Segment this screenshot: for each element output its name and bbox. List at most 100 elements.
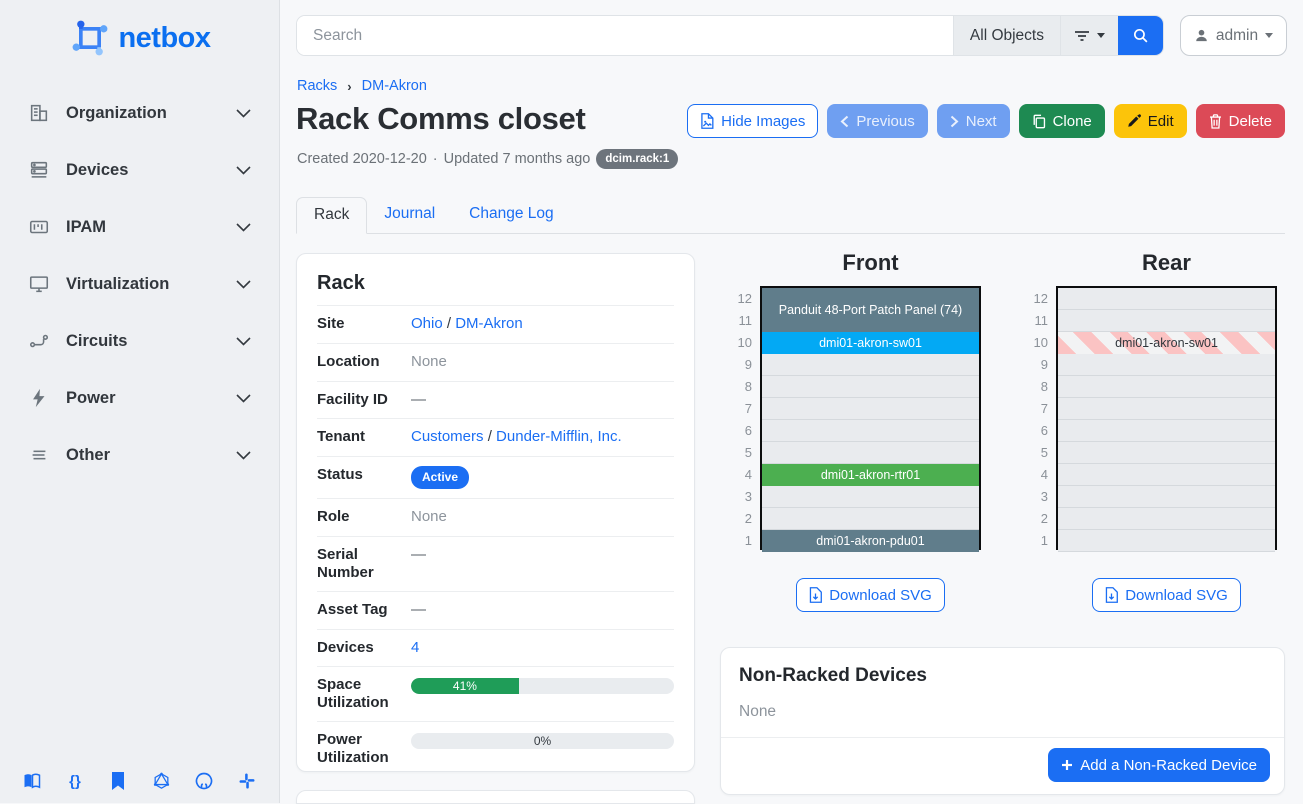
unit-number-label: 8 bbox=[1022, 376, 1048, 398]
delete-button[interactable]: Delete bbox=[1196, 104, 1285, 138]
sidebar: netbox Organization Devices bbox=[0, 0, 280, 803]
search-input[interactable] bbox=[297, 16, 953, 55]
empty-rack-unit[interactable] bbox=[1058, 398, 1275, 420]
action-buttons: Hide Images Previous Next Clone Edit Del… bbox=[687, 104, 1285, 138]
sidebar-item-other[interactable]: Other bbox=[0, 438, 279, 472]
tab-journal[interactable]: Journal bbox=[367, 197, 452, 233]
empty-rack-unit[interactable] bbox=[1058, 530, 1275, 552]
graphql-icon[interactable] bbox=[151, 771, 171, 791]
detail-row-devices: Devices 4 bbox=[317, 629, 674, 667]
sidebar-item-label: Devices bbox=[66, 161, 236, 180]
add-non-racked-device-button[interactable]: Add a Non-Racked Device bbox=[1048, 748, 1270, 782]
counter-icon bbox=[28, 216, 50, 238]
sidebar-item-label: Virtualization bbox=[66, 275, 236, 294]
site-region-link[interactable]: Ohio bbox=[411, 315, 443, 332]
empty-rack-unit[interactable] bbox=[762, 376, 979, 398]
sidebar-item-circuits[interactable]: Circuits bbox=[0, 324, 279, 358]
empty-rack-unit[interactable] bbox=[1058, 354, 1275, 376]
non-racked-devices-panel: Non-Racked Devices None Add a Non-Racked… bbox=[720, 647, 1285, 795]
rack-device[interactable]: dmi01-akron-sw01 bbox=[762, 332, 979, 354]
download-svg-front-button[interactable]: Download SVG bbox=[796, 578, 945, 612]
chevron-down-icon bbox=[236, 337, 251, 346]
space-utilization-bar: 41% bbox=[411, 678, 674, 694]
next-button[interactable]: Next bbox=[937, 104, 1010, 138]
netbox-logo-icon bbox=[68, 16, 112, 60]
list-icon bbox=[28, 444, 50, 466]
empty-rack-unit[interactable] bbox=[1058, 376, 1275, 398]
tenant-group-link[interactable]: Customers bbox=[411, 428, 484, 445]
search-scope-button[interactable]: All Objects bbox=[953, 16, 1060, 55]
empty-rack-unit[interactable] bbox=[762, 354, 979, 376]
empty-rack-unit[interactable] bbox=[1058, 486, 1275, 508]
rack-device[interactable]: dmi01-akron-sw01 bbox=[1058, 332, 1275, 354]
empty-rack-unit[interactable] bbox=[762, 486, 979, 508]
empty-rack-unit[interactable] bbox=[1058, 288, 1275, 310]
sidebar-item-organization[interactable]: Organization bbox=[0, 96, 279, 130]
rack-frame-front: Panduit 48-Port Patch Panel (74)dmi01-ak… bbox=[760, 286, 981, 550]
api-bookmark-icon[interactable] bbox=[108, 771, 128, 791]
sidebar-item-label: Organization bbox=[66, 104, 236, 123]
unit-number-label: 11 bbox=[726, 310, 752, 332]
tenant-link[interactable]: Dunder-Mifflin, Inc. bbox=[496, 428, 622, 445]
rear-title: Rear bbox=[1056, 250, 1277, 276]
breadcrumb-site-link[interactable]: DM-Akron bbox=[362, 78, 427, 94]
search-filter-button[interactable] bbox=[1060, 16, 1118, 55]
chevron-down-icon bbox=[236, 109, 251, 118]
empty-rack-unit[interactable] bbox=[1058, 442, 1275, 464]
clone-button[interactable]: Clone bbox=[1019, 104, 1105, 138]
chevron-right-icon bbox=[950, 115, 959, 128]
netbox-logo[interactable]: netbox bbox=[0, 0, 279, 70]
breadcrumb-racks-link[interactable]: Racks bbox=[297, 78, 337, 94]
rack-device[interactable]: Panduit 48-Port Patch Panel (74) bbox=[762, 288, 979, 332]
tab-rack[interactable]: Rack bbox=[296, 197, 367, 234]
rack-frame-rear: dmi01-akron-sw01 bbox=[1056, 286, 1277, 550]
rack-device[interactable]: dmi01-akron-pdu01 bbox=[762, 530, 979, 552]
trash-icon bbox=[1209, 114, 1222, 129]
empty-rack-unit[interactable] bbox=[1058, 508, 1275, 530]
unit-number-label: 3 bbox=[1022, 486, 1048, 508]
sidebar-item-power[interactable]: Power bbox=[0, 381, 279, 415]
sidebar-item-virtualization[interactable]: Virtualization bbox=[0, 267, 279, 301]
rack-device[interactable]: dmi01-akron-rtr01 bbox=[762, 464, 979, 486]
empty-rack-unit[interactable] bbox=[762, 442, 979, 464]
unit-number-label: 11 bbox=[1022, 310, 1048, 332]
tab-change-log[interactable]: Change Log bbox=[452, 197, 570, 233]
unit-numbers: 121110987654321 bbox=[1022, 286, 1048, 552]
rest-api-braces-icon[interactable]: {} bbox=[65, 771, 85, 791]
lightning-icon bbox=[28, 387, 50, 409]
download-svg-rear-button[interactable]: Download SVG bbox=[1092, 578, 1241, 612]
unit-number-label: 1 bbox=[1022, 530, 1048, 552]
sidebar-item-devices[interactable]: Devices bbox=[0, 153, 279, 187]
empty-rack-unit[interactable] bbox=[1058, 464, 1275, 486]
empty-rack-unit[interactable] bbox=[762, 398, 979, 420]
slack-icon[interactable] bbox=[237, 771, 257, 791]
user-menu-button[interactable]: admin bbox=[1180, 15, 1287, 56]
sidebar-footer: {} bbox=[0, 771, 279, 791]
rack-details-panel: Rack Site Ohio / DM-Akron Location None … bbox=[296, 253, 695, 772]
site-link[interactable]: DM-Akron bbox=[455, 315, 523, 332]
chevron-left-icon bbox=[840, 115, 849, 128]
github-icon[interactable] bbox=[194, 771, 214, 791]
hide-images-button[interactable]: Hide Images bbox=[687, 104, 818, 138]
unit-number-label: 5 bbox=[1022, 442, 1048, 464]
empty-rack-unit[interactable] bbox=[1058, 420, 1275, 442]
unit-number-label: 6 bbox=[726, 420, 752, 442]
detail-row-tenant: Tenant Customers / Dunder-Mifflin, Inc. bbox=[317, 418, 674, 456]
sidebar-item-ipam[interactable]: IPAM bbox=[0, 210, 279, 244]
search-submit-button[interactable] bbox=[1118, 16, 1163, 55]
breadcrumb-separator: › bbox=[347, 79, 351, 94]
empty-rack-unit[interactable] bbox=[1058, 310, 1275, 332]
edit-button[interactable]: Edit bbox=[1114, 104, 1187, 138]
sidebar-item-label: IPAM bbox=[66, 218, 236, 237]
unit-number-label: 1 bbox=[726, 530, 752, 552]
search-icon bbox=[1132, 27, 1149, 44]
docs-book-icon[interactable] bbox=[22, 771, 42, 791]
unit-number-label: 8 bbox=[726, 376, 752, 398]
previous-button[interactable]: Previous bbox=[827, 104, 927, 138]
empty-rack-unit[interactable] bbox=[762, 420, 979, 442]
empty-rack-unit[interactable] bbox=[762, 508, 979, 530]
unit-number-label: 4 bbox=[1022, 464, 1048, 486]
file-download-icon bbox=[809, 587, 822, 603]
device-count-link[interactable]: 4 bbox=[411, 639, 419, 656]
sidebar-item-label: Circuits bbox=[66, 332, 236, 351]
